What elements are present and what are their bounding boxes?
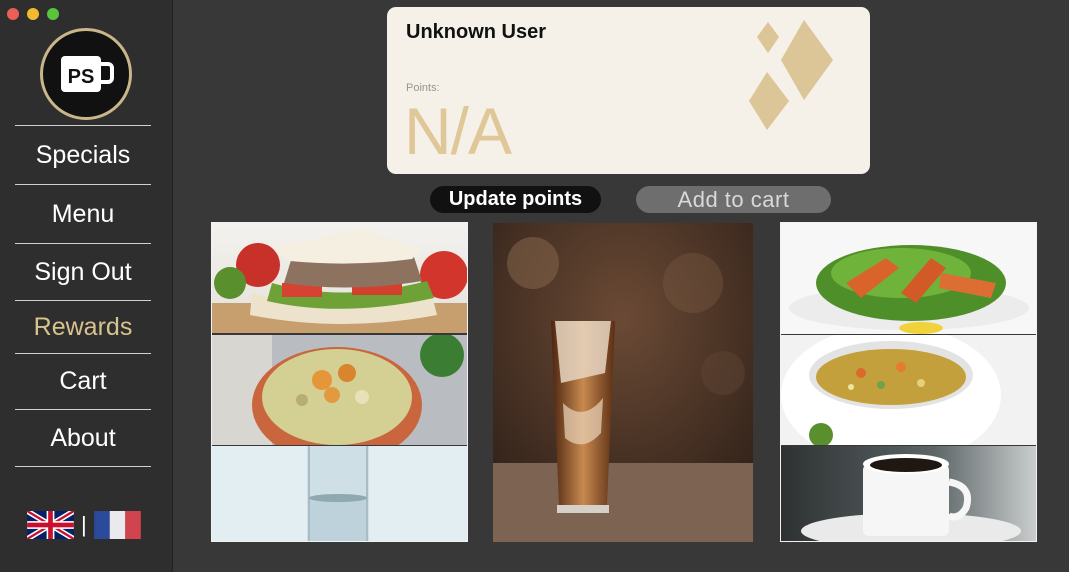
french-flag-icon[interactable] xyxy=(93,511,141,539)
product-tile-grilled-chicken-salad[interactable] xyxy=(781,223,1036,334)
language-switcher: | xyxy=(27,511,141,539)
points-value: N/A xyxy=(404,94,512,168)
sidebar-item-specials[interactable]: Specials xyxy=(15,125,151,184)
minimize-window-button[interactable] xyxy=(27,8,39,20)
product-tile-glass-of-water[interactable] xyxy=(212,446,467,541)
sidebar: PS Specials Menu Sign Out Rewards Cart A… xyxy=(0,0,173,572)
sidebar-item-menu[interactable]: Menu xyxy=(15,184,151,243)
product-tile-iced-coffee[interactable] xyxy=(493,223,753,542)
sidebar-item-rewards[interactable]: Rewards xyxy=(15,300,151,353)
product-tile-vegetable-soup[interactable] xyxy=(781,335,1036,445)
window-controls xyxy=(7,8,59,20)
sidebar-item-about[interactable]: About xyxy=(15,409,151,467)
app-window: PS Specials Menu Sign Out Rewards Cart A… xyxy=(0,0,1069,572)
sidebar-nav: Specials Menu Sign Out Rewards Cart Abou… xyxy=(15,125,151,467)
logo-text: PS xyxy=(68,66,95,88)
app-logo: PS xyxy=(40,28,132,120)
product-tile-chicken-curry-bowl[interactable] xyxy=(212,335,467,445)
product-tile-coffee-mug[interactable] xyxy=(781,446,1036,541)
sidebar-item-sign-out[interactable]: Sign Out xyxy=(15,243,151,300)
language-separator: | xyxy=(81,512,87,537)
sidebar-item-cart[interactable]: Cart xyxy=(15,353,151,409)
product-tile-sandwich[interactable] xyxy=(212,223,467,333)
update-points-button[interactable]: Update points xyxy=(430,186,601,213)
close-window-button[interactable] xyxy=(7,8,19,20)
user-name: Unknown User xyxy=(406,21,547,43)
zoom-window-button[interactable] xyxy=(47,8,59,20)
english-flag-icon[interactable] xyxy=(27,511,74,539)
rewards-card: Unknown User Points: N/A xyxy=(387,7,870,174)
add-to-cart-button[interactable]: Add to cart xyxy=(636,186,831,213)
diamond-logo-icon xyxy=(749,20,833,130)
coffee-cup-logo-icon: PS xyxy=(61,56,114,92)
